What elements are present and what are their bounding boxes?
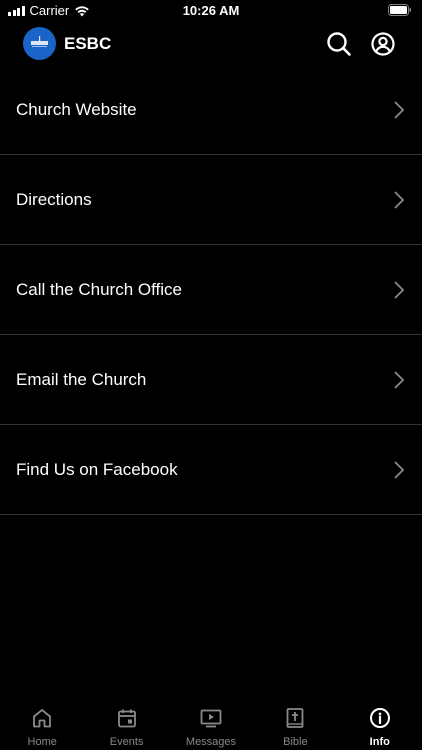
battery-icon	[388, 4, 412, 19]
chevron-right-icon	[394, 371, 405, 389]
menu-item-call-office[interactable]: Call the Church Office	[0, 245, 422, 335]
status-bar: Carrier 10:26 AM	[0, 0, 422, 22]
status-time: 10:26 AM	[182, 3, 240, 18]
menu-item-label: Church Website	[16, 100, 137, 119]
menu-item-church-website[interactable]: Church Website	[0, 65, 422, 155]
account-icon	[371, 32, 395, 56]
tab-bar: Home Events Messages Bible Info	[0, 700, 422, 750]
church-logo[interactable]	[23, 27, 56, 60]
menu-item-email-church[interactable]: Email the Church	[0, 335, 422, 425]
info-menu-list: Church Website Directions Call the Churc…	[0, 65, 422, 515]
tab-bible[interactable]: Bible	[253, 700, 337, 750]
tab-label: Events	[109, 736, 144, 748]
home-icon	[33, 709, 52, 728]
tab-label: Messages	[185, 736, 237, 748]
app-header: ESBC	[0, 26, 422, 62]
menu-item-directions[interactable]: Directions	[0, 155, 422, 245]
tab-label: Bible	[283, 736, 308, 748]
menu-item-label: Email the Church	[16, 370, 147, 389]
search-icon	[327, 32, 351, 56]
profile-button[interactable]	[369, 30, 397, 58]
tab-events[interactable]: Events	[84, 700, 168, 750]
tab-label: Home	[27, 736, 57, 748]
calendar-icon	[117, 709, 136, 728]
tab-home[interactable]: Home	[0, 700, 84, 750]
info-icon	[369, 708, 390, 728]
bible-icon	[286, 708, 304, 728]
chevron-right-icon	[394, 461, 405, 479]
tab-messages[interactable]: Messages	[169, 700, 253, 750]
menu-item-label: Directions	[16, 190, 92, 209]
tab-label: Info	[369, 736, 390, 748]
menu-item-label: Call the Church Office	[16, 280, 182, 299]
screen: Carrier 10:26 AM ESBC Church Website Dir…	[0, 0, 422, 750]
app-title: ESBC	[64, 34, 112, 53]
menu-item-facebook[interactable]: Find Us on Facebook	[0, 425, 422, 515]
chevron-right-icon	[394, 191, 405, 209]
play-screen-icon	[200, 709, 222, 728]
chevron-right-icon	[394, 281, 405, 299]
menu-item-label: Find Us on Facebook	[16, 460, 178, 479]
search-button[interactable]	[325, 30, 353, 58]
tab-info[interactable]: Info	[338, 700, 422, 750]
chevron-right-icon	[394, 101, 405, 119]
